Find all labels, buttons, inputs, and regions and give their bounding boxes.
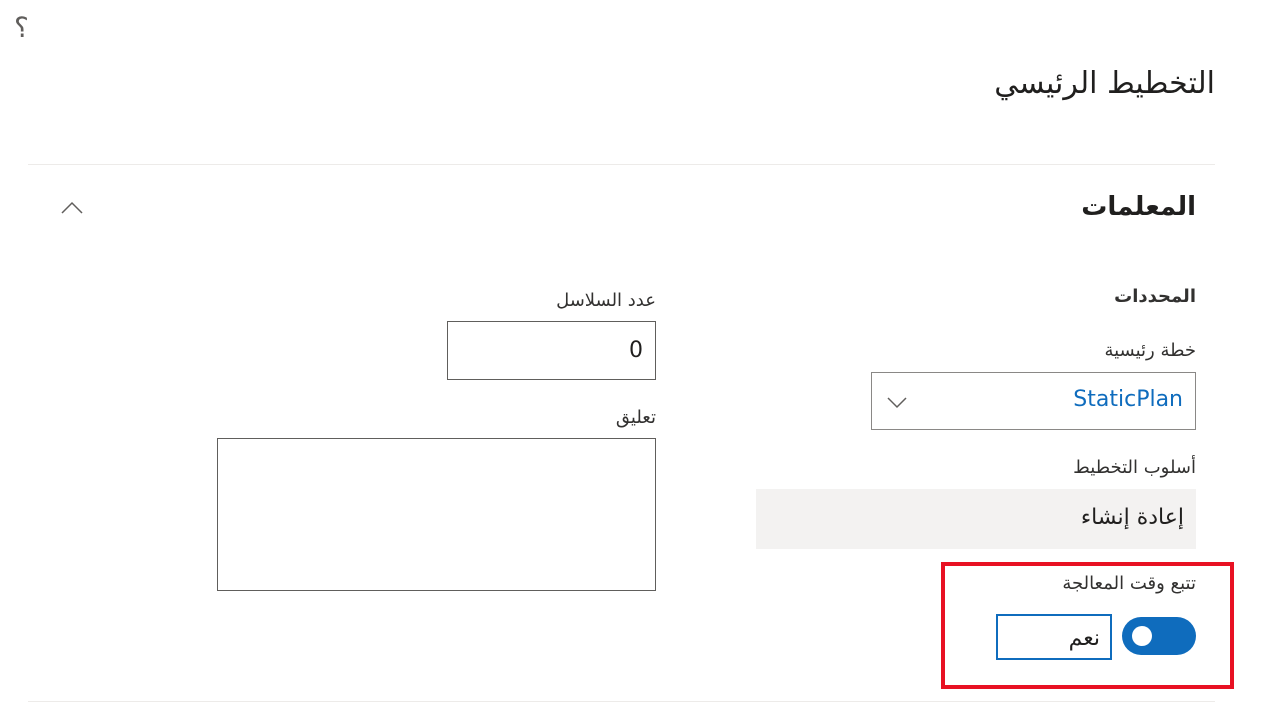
toggle-knob (1132, 626, 1152, 646)
number-of-threads-label: عدد السلاسل (556, 290, 656, 311)
parameters-section-header[interactable]: المعلمات (28, 186, 1196, 242)
divider (28, 701, 1215, 702)
number-of-threads-input[interactable] (447, 321, 656, 380)
track-processing-time-label: تتبع وقت المعالجة (1062, 573, 1196, 594)
planning-method-label: أسلوب التخطيط (1073, 457, 1196, 478)
track-processing-time-toggle[interactable] (1122, 617, 1196, 655)
page-title: التخطيط الرئيسي (994, 66, 1215, 101)
chevron-down-icon (887, 397, 907, 409)
identifiers-group-label: المحددات (1114, 286, 1196, 307)
master-plan-label: خطة رئيسية (1104, 340, 1196, 361)
comment-label: تعليق (615, 407, 656, 428)
comment-textarea[interactable] (217, 438, 656, 591)
section-title: المعلمات (1081, 192, 1196, 222)
chevron-up-icon[interactable] (60, 196, 84, 220)
master-plan-select[interactable]: StaticPlan (871, 372, 1196, 430)
planning-method-field: إعادة إنشاء (756, 489, 1196, 549)
master-plan-value: StaticPlan (1073, 387, 1183, 412)
planning-method-value: إعادة إنشاء (1080, 505, 1184, 530)
divider (28, 164, 1215, 165)
toggle-state-value: نعم (1068, 626, 1100, 651)
toggle-state-text: نعم (996, 614, 1112, 660)
master-planning-page: ؟ التخطيط الرئيسي المعلمات المحددات خطة … (0, 0, 1262, 724)
help-icon[interactable]: ؟ (14, 8, 29, 48)
